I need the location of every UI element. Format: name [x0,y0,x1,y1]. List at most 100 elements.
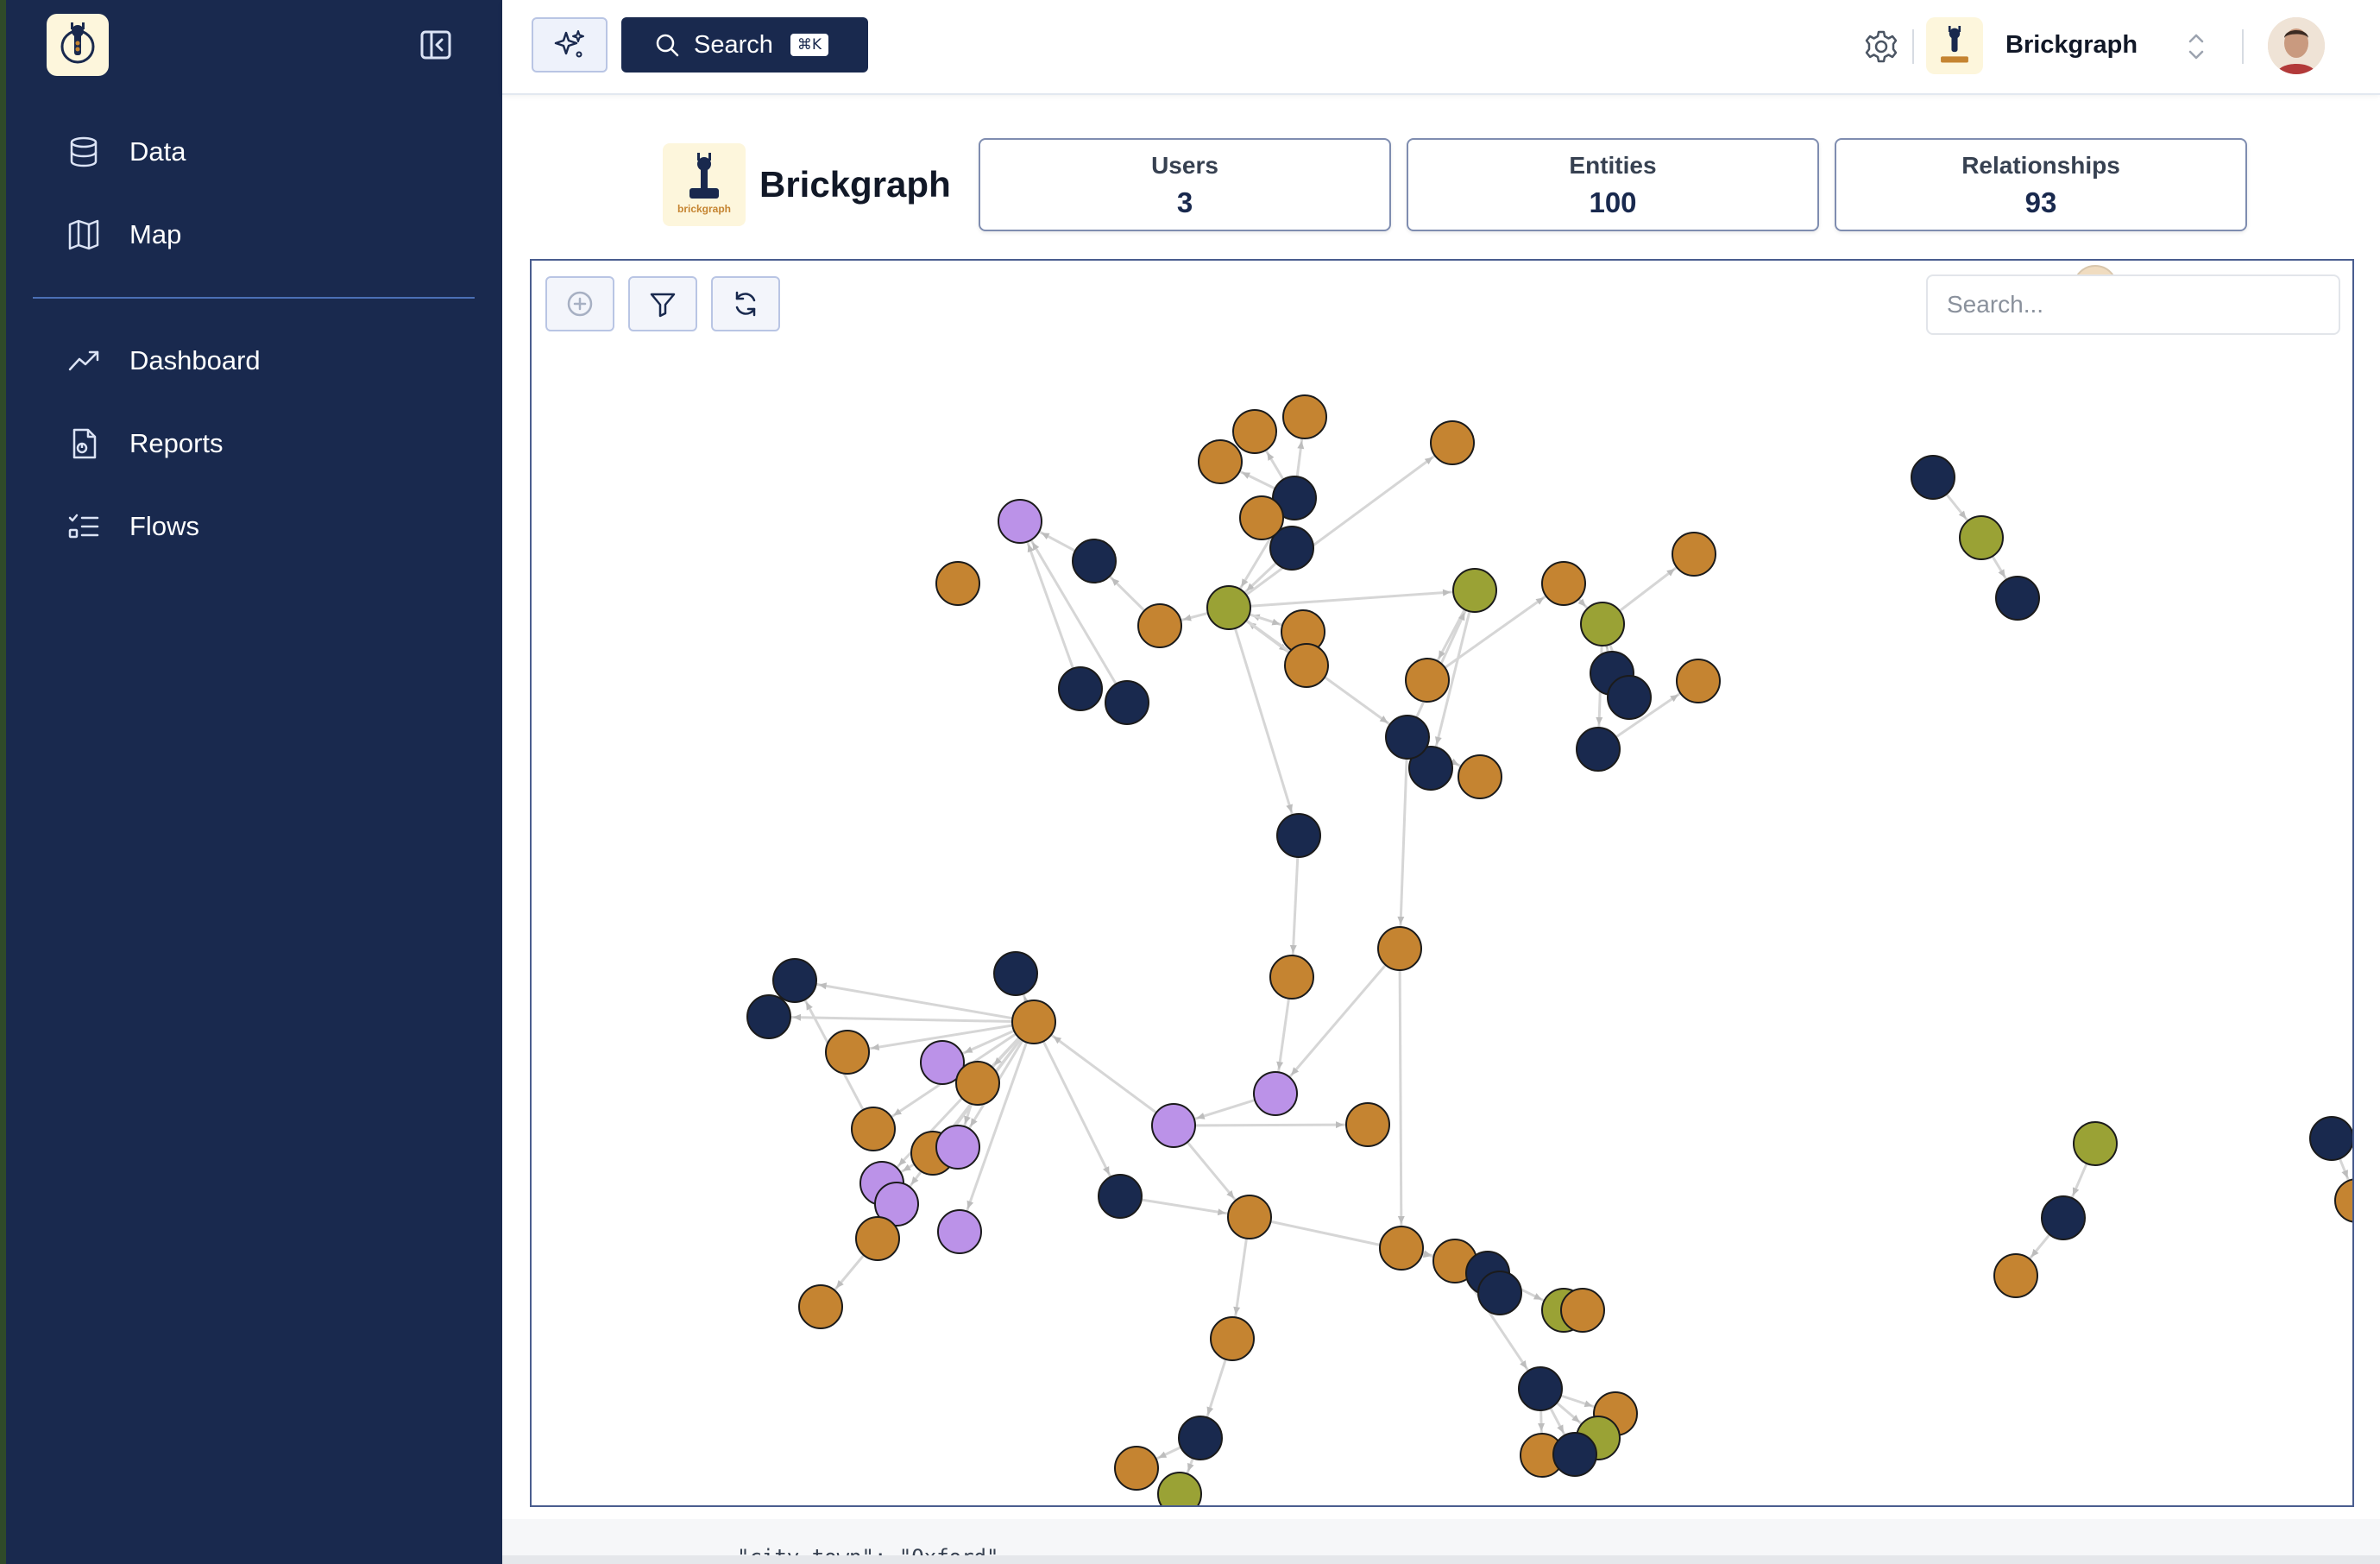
database-icon [66,134,102,170]
graph-node[interactable] [1105,680,1149,725]
graph-node[interactable] [1477,1271,1522,1315]
graph-node[interactable] [955,1061,1000,1106]
sidebar-item-flows[interactable]: Flows [66,501,199,552]
graph-node[interactable] [1560,1288,1605,1333]
ai-assistant-button[interactable] [532,17,608,73]
graph-node[interactable] [1345,1102,1390,1147]
panel-left-close-icon [420,30,451,60]
graph-node[interactable] [1114,1446,1159,1491]
graph-node[interactable] [772,958,817,1003]
graph-node[interactable] [798,1284,843,1329]
graph-edge-arrow [1206,1406,1214,1416]
graph-node[interactable] [1541,561,1586,606]
refresh-button[interactable] [711,276,780,331]
settings-button[interactable] [1864,29,1898,64]
add-node-button[interactable] [545,276,614,331]
graph-node[interactable] [998,499,1042,544]
graph-node[interactable] [1959,515,2004,560]
graph-node[interactable] [1098,1174,1143,1219]
graph-node[interactable] [1993,1253,2038,1298]
sidebar-item-map[interactable]: Map [66,209,181,261]
network-graph[interactable] [532,261,2354,1507]
user-avatar[interactable] [2268,17,2325,74]
graph-node[interactable] [1580,602,1625,646]
graph-node[interactable] [1072,539,1117,583]
graph-node[interactable] [1276,813,1321,858]
graph-node[interactable] [1607,675,1652,720]
graph-node[interactable] [1911,455,1955,500]
graph-node[interactable] [1253,1071,1298,1116]
graph-node[interactable] [1518,1366,1563,1411]
graph-node[interactable] [1206,585,1251,630]
graph-edge[interactable] [895,1021,1036,1205]
graph-node[interactable] [1552,1432,1597,1477]
sidebar-item-dashboard[interactable]: Dashboard [66,335,261,387]
graph-node[interactable] [1672,532,1716,577]
graph-edge-arrow [1584,1400,1593,1408]
sidebar-item-reports[interactable]: Reports [66,418,224,470]
graph-edge-arrow [1397,1215,1405,1225]
app-logo[interactable] [47,14,109,76]
graph-node[interactable] [1282,394,1327,439]
graph-node[interactable] [1377,926,1422,971]
graph-node[interactable] [825,1030,870,1075]
graph-node[interactable] [1452,568,1497,613]
graph-node[interactable] [935,561,980,606]
plus-circle-icon [567,291,593,317]
graph-node[interactable] [1137,603,1182,648]
graph-node[interactable] [993,951,1038,996]
horizontal-scrollbar[interactable] [502,1555,2380,1564]
graph-edge[interactable] [1398,948,1403,1249]
graph-node[interactable] [2334,1178,2354,1223]
graph-canvas[interactable] [530,259,2354,1507]
graph-node[interactable] [1011,1000,1056,1044]
background-window-strip: "city_town": "Oxford" [502,1519,2380,1564]
graph-node[interactable] [1151,1103,1196,1148]
graph-node[interactable] [1458,754,1502,799]
graph-node[interactable] [1232,409,1277,454]
graph-node[interactable] [1576,727,1621,772]
topbar-separator [1912,29,1914,64]
graph-node[interactable] [1385,715,1430,760]
graph-node[interactable] [1284,643,1329,688]
graph-edge-arrow [1442,589,1451,596]
graph-edge-arrow [1286,804,1293,813]
graph-node[interactable] [746,994,791,1039]
graph-node[interactable] [855,1216,900,1261]
trending-up-icon [66,343,102,379]
refresh-icon [735,291,756,317]
graph-node[interactable] [1676,659,1721,703]
graph-node[interactable] [1995,576,2040,621]
graph-node[interactable] [1239,495,1284,540]
filter-button[interactable] [628,276,697,331]
graph-node[interactable] [1210,1316,1255,1361]
graph-node[interactable] [1227,1195,1272,1239]
sidebar-item-data[interactable]: Data [66,126,186,178]
workspace-switcher-button[interactable] [2183,28,2209,66]
global-search-button[interactable]: Search ⌘K [621,17,868,73]
graph-node[interactable] [1178,1416,1223,1460]
graph-node[interactable] [1430,420,1475,465]
stat-card-entities: Entities 100 [1407,138,1819,231]
workspace-logo [1926,17,1983,74]
stat-card-users: Users 3 [979,138,1391,231]
graph-node[interactable] [935,1125,980,1170]
graph-edge-arrow [1596,716,1603,726]
graph-edge[interactable] [768,1015,1035,1024]
graph-node[interactable] [1058,666,1103,711]
graph-node[interactable] [2309,1116,2353,1161]
graph-node[interactable] [851,1107,896,1151]
graph-node[interactable] [1198,439,1243,484]
graph-node[interactable] [1157,1472,1202,1507]
graph-node[interactable] [2073,1121,2118,1166]
graph-node[interactable] [1405,658,1450,703]
graph-node[interactable] [1379,1226,1424,1271]
graph-search-input[interactable] [1926,274,2340,335]
sidebar: Data Map Dashboard Reports Flows [0,0,502,1564]
graph-node[interactable] [1269,955,1314,1000]
sidebar-collapse-button[interactable] [419,29,452,60]
graph-node[interactable] [2041,1195,2086,1240]
graph-node[interactable] [937,1209,982,1254]
graph-edge[interactable] [1228,589,1476,609]
graph-edge-arrow [1538,1422,1546,1432]
